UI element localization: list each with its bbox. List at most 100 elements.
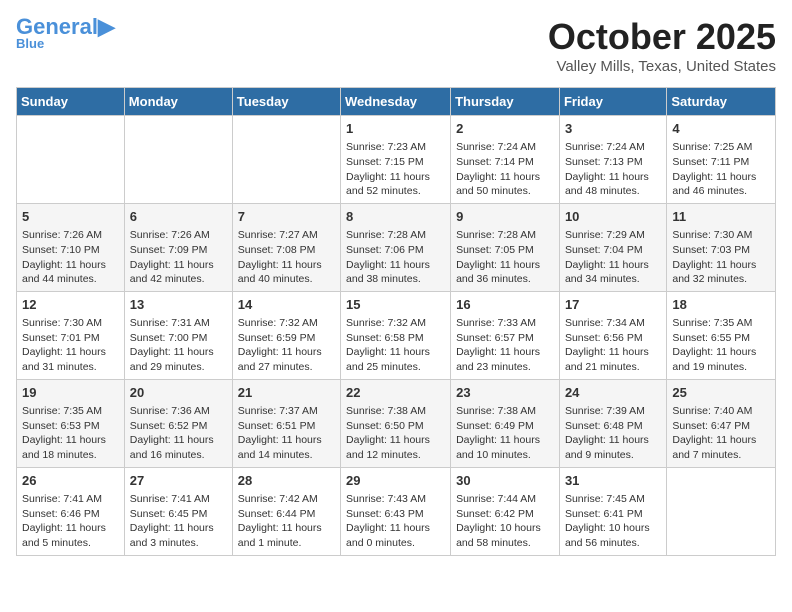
cell-line: Daylight: 11 hours and 23 minutes. [456,346,540,373]
cell-content: Sunrise: 7:41 AMSunset: 6:45 PMDaylight:… [130,492,227,551]
day-number: 10 [565,208,661,226]
cell-line: Sunrise: 7:44 AM [456,493,536,505]
calendar-cell: 1Sunrise: 7:23 AMSunset: 7:15 PMDaylight… [341,116,451,204]
calendar-cell: 29Sunrise: 7:43 AMSunset: 6:43 PMDayligh… [341,467,451,555]
day-number: 13 [130,296,227,314]
calendar-week-row: 1Sunrise: 7:23 AMSunset: 7:15 PMDaylight… [17,116,776,204]
cell-content: Sunrise: 7:34 AMSunset: 6:56 PMDaylight:… [565,316,661,375]
calendar-week-row: 26Sunrise: 7:41 AMSunset: 6:46 PMDayligh… [17,467,776,555]
cell-line: Sunrise: 7:28 AM [346,229,426,241]
calendar-cell: 16 Sunrise: 7:33 AMSunset: 6:57 PMDayligh… [451,291,560,379]
calendar-cell [17,116,125,204]
cell-line: Daylight: 11 hours and 38 minutes. [346,259,430,286]
logo-text: General▶ [16,16,115,38]
calendar-cell: 18Sunrise: 7:35 AMSunset: 6:55 PMDayligh… [667,291,776,379]
cell-line: Sunset: 6:47 PM [672,420,750,432]
calendar-cell: 28 Sunrise: 7:42 AMSunset: 6:44 PMDayligh… [232,467,340,555]
day-number: 19 [22,384,119,402]
cell-content: Sunrise: 7:35 AMSunset: 6:55 PMDaylight:… [672,316,770,375]
cell-line: Daylight: 11 hours and 19 minutes. [672,346,756,373]
cell-line: Daylight: 11 hours and 10 minutes. [456,434,540,461]
cell-line: Daylight: 11 hours and 1 minute. [238,522,322,549]
calendar-cell: 12Sunrise: 7:30 AMSunset: 7:01 PMDayligh… [17,291,125,379]
day-number: 17 [565,296,661,314]
cell-line: Sunrise: 7:38 AM [456,405,536,417]
cell-content: Sunrise: 7:32 AMSunset: 6:59 PMDaylight:… [238,316,335,375]
cell-line: Sunrise: 7:42 AM [238,493,318,505]
cell-content: Sunrise: 7:38 AMSunset: 6:50 PMDaylight:… [346,404,445,463]
cell-line: Daylight: 10 hours and 56 minutes. [565,522,650,549]
cell-content: Sunrise: 7:35 AMSunset: 6:53 PMDaylight:… [22,404,119,463]
calendar-cell: 24Sunrise: 7:39 AMSunset: 6:48 PMDayligh… [559,379,666,467]
calendar-cell: 4 Sunrise: 7:25 AMSunset: 7:11 PMDaylight… [667,116,776,204]
cell-line: Sunset: 7:15 PM [346,156,424,168]
cell-content: Sunrise: 7:26 AMSunset: 7:10 PMDaylight:… [22,228,119,287]
cell-line: Sunset: 6:51 PM [238,420,316,432]
day-of-week-header: Wednesday [341,88,451,116]
calendar-cell: 3Sunrise: 7:24 AMSunset: 7:13 PMDaylight… [559,116,666,204]
cell-line: Daylight: 11 hours and 29 minutes. [130,346,214,373]
calendar-cell: 14 Sunrise: 7:32 AMSunset: 6:59 PMDayligh… [232,291,340,379]
cell-content: Sunrise: 7:25 AMSunset: 7:11 PMDaylight:… [672,140,770,199]
cell-line: Daylight: 11 hours and 34 minutes. [565,259,649,286]
calendar-cell: 26Sunrise: 7:41 AMSunset: 6:46 PMDayligh… [17,467,125,555]
calendar-week-row: 19 Sunrise: 7:35 AMSunset: 6:53 PMDayligh… [17,379,776,467]
cell-line: Sunset: 6:56 PM [565,332,643,344]
calendar-week-row: 12Sunrise: 7:30 AMSunset: 7:01 PMDayligh… [17,291,776,379]
cell-content: Sunrise: 7:42 AMSunset: 6:44 PMDaylight:… [238,492,335,551]
day-number: 21 [238,384,335,402]
cell-line: Daylight: 11 hours and 9 minutes. [565,434,649,461]
calendar-cell: 8 Sunrise: 7:28 AM Sunset: 7:06 PM Daylight… [341,203,451,291]
cell-content: Sunrise: 7:28 AM Sunset: 7:06 PM Daylight:… [346,228,445,287]
day-of-week-header: Tuesday [232,88,340,116]
cell-content: Sunrise: 7:38 AMSunset: 6:49 PMDaylight:… [456,404,554,463]
calendar-cell: 11Sunrise: 7:30 AMSunset: 7:03 PMDayligh… [667,203,776,291]
day-number: 15 [346,296,445,314]
cell-content: Sunrise: 7:33 AMSunset: 6:57 PMDaylight:… [456,316,554,375]
logo-sub: Blue [16,36,44,51]
cell-content: Sunrise: 7:30 AMSunset: 7:03 PMDaylight:… [672,228,770,287]
day-number: 28 [238,472,335,490]
cell-content: Sunrise: 7:24 AMSunset: 7:14 PMDaylight:… [456,140,554,199]
calendar-cell: 19 Sunrise: 7:35 AMSunset: 6:53 PMDayligh… [17,379,125,467]
cell-line: Sunrise: 7:23 AM [346,141,426,153]
cell-line: Daylight: 11 hours and 48 minutes. [565,171,649,198]
cell-line: Sunset: 7:01 PM [22,332,100,344]
cell-line: Sunrise: 7:41 AM [130,493,210,505]
cell-content: Sunrise: 7:39 AMSunset: 6:48 PMDaylight:… [565,404,661,463]
cell-content: Sunrise: 7:30 AMSunset: 7:01 PMDaylight:… [22,316,119,375]
cell-line: Sunrise: 7:32 AM [238,317,318,329]
cell-line: Sunrise: 7:35 AM [672,317,752,329]
day-number: 6 [130,208,227,226]
cell-line: Sunset: 7:06 PM [346,244,424,256]
cell-line: Sunset: 6:53 PM [22,420,100,432]
cell-line: Daylight: 10 hours and 58 minutes. [456,522,541,549]
cell-line: Daylight: 11 hours and 7 minutes. [672,434,756,461]
cell-line: Daylight: 11 hours and 18 minutes. [22,434,106,461]
cell-line: Sunset: 7:08 PM [238,244,316,256]
day-number: 16 [456,296,554,314]
calendar-cell: 20Sunrise: 7:36 AMSunset: 6:52 PMDayligh… [124,379,232,467]
cell-line: Sunrise: 7:45 AM [565,493,645,505]
calendar-body: 1Sunrise: 7:23 AMSunset: 7:15 PMDaylight… [17,116,776,556]
cell-content: Sunrise: 7:29 AMSunset: 7:04 PMDaylight:… [565,228,661,287]
cell-line: Sunset: 6:46 PM [22,508,100,520]
cell-line: Sunset: 7:05 PM [456,244,534,256]
day-number: 8 [346,208,445,226]
calendar-cell: 22Sunrise: 7:38 AMSunset: 6:50 PMDayligh… [341,379,451,467]
month-title: October 2025 [548,16,776,58]
cell-line: Sunset: 7:14 PM [456,156,534,168]
day-number: 4 [672,120,770,138]
day-number: 27 [130,472,227,490]
day-of-week-header: Saturday [667,88,776,116]
day-number: 14 [238,296,335,314]
logo: General▶ Blue [16,16,115,51]
location: Valley Mills, Texas, United States [548,58,776,75]
cell-line: Sunrise: 7:30 AM [672,229,752,241]
cell-line: Sunset: 7:11 PM [672,156,749,168]
cell-line: Sunrise: 7:37 AM [238,405,318,417]
cell-line: Daylight: 11 hours and 31 minutes. [22,346,106,373]
cell-line: Sunrise: 7:31 AM [130,317,210,329]
cell-line: Sunrise: 7:43 AM [346,493,426,505]
calendar-cell: 30Sunrise: 7:44 AMSunset: 6:42 PMDayligh… [451,467,560,555]
